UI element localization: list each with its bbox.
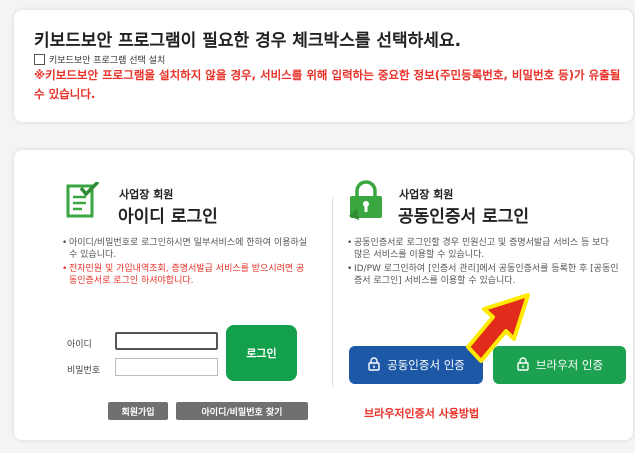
- cert-login-sub-label: 사업장 회원: [399, 188, 454, 201]
- cert-login-notice-1: 공동인증서로 로그인할 경우 민원신고 및 증명서발급 서비스 등 보다 많은 …: [347, 238, 619, 261]
- certificate-lock-icon: [347, 180, 387, 220]
- arrow-pointer-icon: [455, 287, 545, 367]
- keyboard-security-title: 키보드보안 프로그램이 필요한 경우 체크박스를 선택하세요.: [34, 31, 462, 51]
- id-login-notice-list: 아이디/비밀번호로 로그인하시면 일부서비스에 한하여 이용하실 수 있습니다.…: [62, 238, 312, 290]
- signup-button[interactable]: 회원가입: [108, 402, 168, 420]
- login-button[interactable]: 로그인: [226, 325, 297, 381]
- cert-login-title: 공동인증서 로그인: [398, 207, 530, 227]
- id-login-title: 아이디 로그인: [118, 207, 218, 227]
- keyboard-security-checkbox-row[interactable]: 키보드보안 프로그램 선택 설치: [34, 53, 165, 66]
- cert-login-notice-list: 공동인증서로 로그인할 경우 민원신고 및 증명서발급 서비스 등 보다 많은 …: [347, 238, 619, 290]
- find-id-password-button[interactable]: 아이디/비밀번호 찾기: [176, 402, 308, 420]
- keyboard-security-panel: 키보드보안 프로그램이 필요한 경우 체크박스를 선택하세요. 키보드보안 프로…: [14, 10, 633, 122]
- lock-icon: [367, 356, 381, 374]
- id-login-notice-2: 전자민원 및 가입내역조회, 증명서발급 서비스를 받으시려면 공동인증서로 로…: [62, 264, 312, 287]
- password-label: 비밀번호: [67, 366, 101, 376]
- keyboard-security-warning: ※키보드보안 프로그램을 설치하지 않을 경우, 서비스를 위해 입력하는 중요…: [34, 68, 621, 101]
- column-divider: [332, 197, 333, 387]
- id-login-notice-1: 아이디/비밀번호로 로그인하시면 일부서비스에 한하여 이용하실 수 있습니다.: [62, 238, 312, 261]
- keyboard-security-checkbox-label[interactable]: 키보드보안 프로그램 선택 설치: [49, 53, 165, 66]
- password-input[interactable]: [115, 358, 218, 376]
- browser-auth-button-label: 브라우저 인증: [535, 358, 604, 372]
- document-check-icon: [66, 180, 100, 218]
- id-label: 아이디: [67, 340, 92, 350]
- id-login-sub-label: 사업장 회원: [119, 188, 174, 201]
- browser-cert-guide-link[interactable]: 브라우저인증서 사용방법: [364, 405, 479, 421]
- keyboard-security-checkbox[interactable]: [34, 54, 45, 65]
- cert-auth-button-label: 공동인증서 인증: [387, 358, 465, 372]
- id-input[interactable]: [115, 332, 218, 350]
- cert-login-notice-2: ID/PW 로그인하여 [인증서 관리]에서 공동인증서를 등록한 후 [공동인…: [347, 264, 619, 287]
